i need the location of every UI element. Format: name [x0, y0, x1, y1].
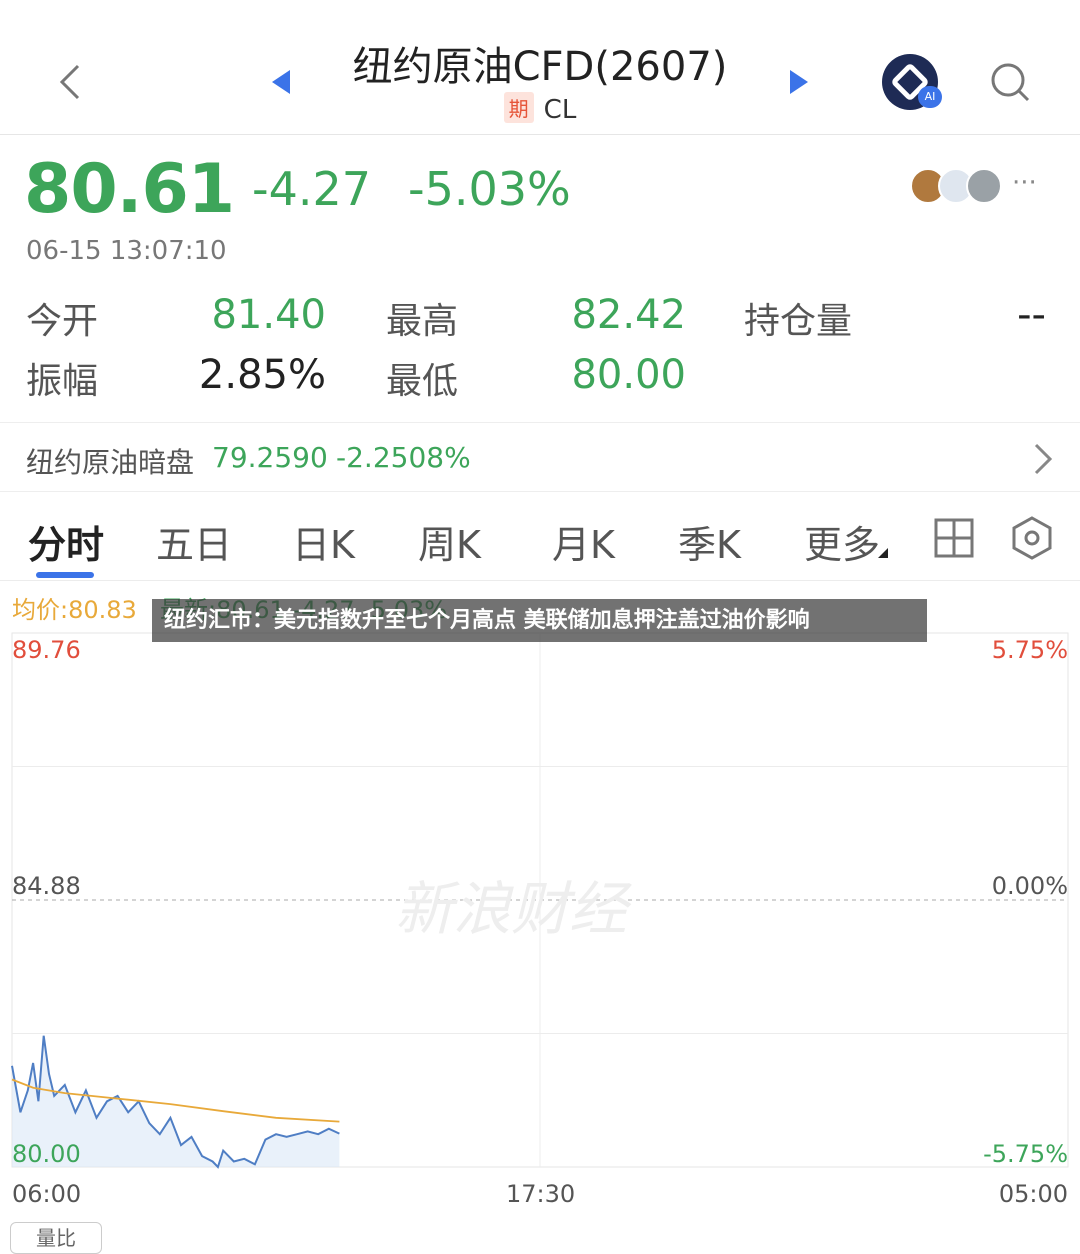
amplitude-label: 振幅: [26, 361, 99, 402]
tab-monthly-k[interactable]: 月K: [552, 514, 615, 569]
y-axis-left-mid: 84.88: [12, 872, 81, 900]
watermark-text: 新浪财经: [395, 875, 628, 943]
volume-ratio-button[interactable]: 量比: [10, 1222, 102, 1254]
last-price: 80.61: [24, 150, 235, 229]
avatar: [966, 168, 1002, 204]
more-dropdown-icon: [878, 548, 888, 558]
chevron-right-icon: [1034, 443, 1053, 475]
open-interest-label: 持仓量: [744, 301, 853, 342]
ai-assistant-button[interactable]: AI: [882, 54, 942, 110]
tab-weekly-k[interactable]: 周K: [418, 514, 481, 569]
y-axis-right-mid: 0.00%: [991, 872, 1068, 900]
open-label: 今开: [26, 301, 99, 342]
open-interest-value: --: [1017, 292, 1046, 338]
next-contract-icon[interactable]: [788, 68, 810, 96]
tab-daily-k[interactable]: 日K: [292, 514, 355, 569]
x-axis-end: 05:00: [998, 1180, 1068, 1208]
settings-icon[interactable]: [1010, 515, 1054, 561]
high-label: 最高: [386, 301, 459, 342]
open-value: 81.40: [211, 292, 326, 338]
ai-badge: AI: [918, 86, 942, 108]
tab-five-day[interactable]: 五日: [156, 514, 232, 569]
symbol-code: CL: [543, 95, 577, 125]
more-icon[interactable]: ···: [1012, 168, 1037, 198]
y-axis-right-bottom: -5.75%: [983, 1140, 1068, 1168]
x-axis-start: 06:00: [12, 1180, 82, 1208]
active-tab-indicator: [36, 572, 94, 578]
high-value: 82.42: [571, 292, 686, 338]
futures-tag: 期: [503, 92, 534, 123]
y-axis-right-top: 5.75%: [991, 636, 1068, 664]
price-change-pct: -5.03%: [408, 162, 571, 216]
amplitude-value: 2.85%: [198, 352, 326, 398]
header-divider: [0, 134, 1080, 135]
low-value: 80.00: [571, 352, 686, 398]
community-avatars[interactable]: [910, 168, 1002, 204]
tab-intraday[interactable]: 分时: [28, 514, 104, 569]
layout-grid-icon[interactable]: [934, 518, 974, 558]
dark-pool-label: 纽约原油暗盘: [26, 446, 195, 479]
tab-more[interactable]: 更多: [804, 514, 880, 569]
y-axis-left-top: 89.76: [12, 636, 81, 664]
news-banner[interactable]: 纽约汇市：美元指数升至七个月高点 美联储加息押注盖过油价影响: [152, 599, 927, 642]
quote-timestamp: 06-15 13:07:10: [26, 236, 227, 266]
y-axis-left-bottom: 80.00: [12, 1140, 81, 1168]
dark-pool-price: 79.2590: [212, 441, 328, 474]
x-axis-mid: 17:30: [506, 1180, 576, 1208]
dark-pool-change: -2.2508%: [336, 441, 471, 474]
search-icon[interactable]: [988, 60, 1032, 104]
low-label: 最低: [386, 361, 459, 402]
tab-quarterly-k[interactable]: 季K: [678, 514, 741, 569]
price-change: -4.27: [252, 162, 372, 216]
